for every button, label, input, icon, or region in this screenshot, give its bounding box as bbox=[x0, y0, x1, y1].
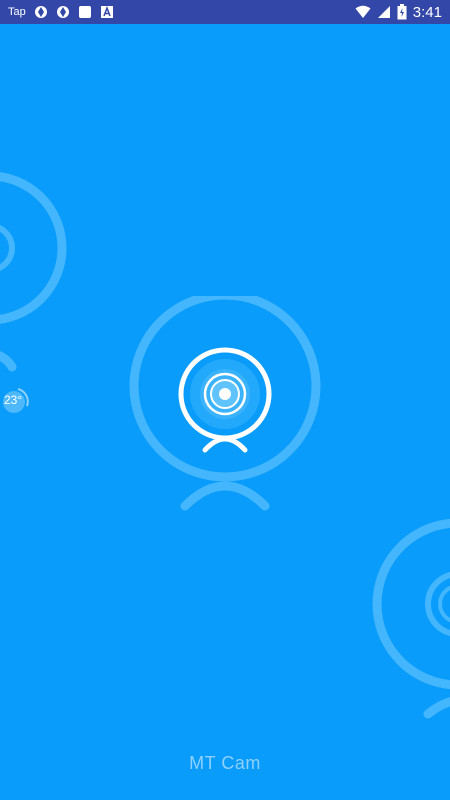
status-left: Tap bbox=[8, 5, 114, 19]
status-right: 3:41 bbox=[355, 4, 442, 21]
aperture-icon bbox=[56, 5, 70, 19]
decorative-webcam-right bbox=[372, 518, 450, 719]
square-icon bbox=[78, 5, 92, 19]
a-box-icon bbox=[100, 5, 114, 19]
signal-icon bbox=[377, 5, 391, 19]
app-name-label: MT Cam bbox=[189, 753, 261, 773]
weather-temperature: 23° bbox=[4, 393, 23, 407]
aperture-icon bbox=[34, 5, 48, 19]
splash-screen: Tap 3:41 23° MT Cam bbox=[0, 0, 450, 800]
app-logo-webcam-icon bbox=[129, 296, 321, 511]
status-app-label: Tap bbox=[8, 6, 26, 18]
wifi-icon bbox=[355, 5, 371, 19]
status-bar: Tap 3:41 bbox=[0, 0, 450, 24]
status-time: 3:41 bbox=[412, 3, 442, 21]
battery-icon bbox=[397, 4, 407, 20]
decorative-webcam-left bbox=[0, 172, 67, 372]
